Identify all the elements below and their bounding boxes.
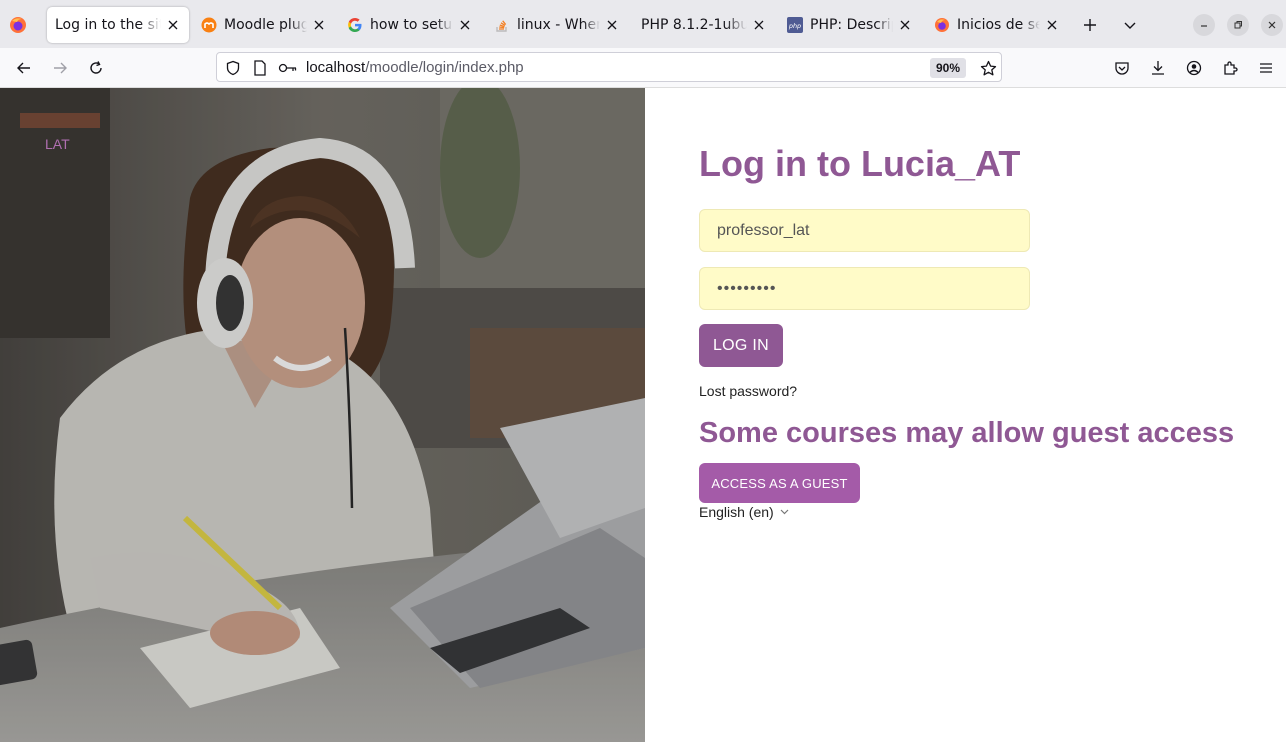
chevron-down-icon <box>780 509 789 515</box>
plus-icon <box>1084 19 1096 31</box>
address-bar[interactable]: localhost/moodle/login/index.php 90% <box>216 52 1002 82</box>
tab-moodle-plugins[interactable]: Moodle plugins directory <box>193 7 335 43</box>
tab-title: PHP 8.1.2-1ubuntu2 <box>641 17 747 33</box>
arrow-right-icon <box>54 62 67 74</box>
tab-strip: Log in to the site | Lucia_AT Moodle plu… <box>0 0 1286 48</box>
new-tab-button[interactable] <box>1078 13 1102 37</box>
tab-php-description[interactable]: php PHP: Description <box>779 7 921 43</box>
arrow-left-icon <box>17 62 30 74</box>
puzzle-icon <box>1224 61 1238 75</box>
guest-access-heading: Some courses may allow guest access <box>699 417 1235 449</box>
tab-title: PHP: Description <box>810 17 893 33</box>
close-tab-icon[interactable] <box>457 17 473 33</box>
close-tab-icon[interactable] <box>311 17 327 33</box>
chevron-down-icon <box>1124 22 1136 29</box>
tab-stackoverflow[interactable]: linux - Where is php.ini <box>486 7 628 43</box>
tab-login[interactable]: Log in to the site | Lucia_AT <box>47 7 189 43</box>
firefox-menu-icon[interactable] <box>8 15 28 35</box>
close-tab-icon[interactable] <box>1044 17 1060 33</box>
language-selector[interactable]: English (en) <box>699 504 789 520</box>
account-icon <box>1186 60 1202 76</box>
username-input[interactable] <box>699 209 1030 252</box>
app-menu-button[interactable] <box>1253 55 1279 81</box>
hamburger-icon <box>1260 63 1272 73</box>
firefox-icon <box>934 17 950 33</box>
tab-google-search[interactable]: how to setup moodle <box>339 7 481 43</box>
password-input[interactable] <box>699 267 1030 310</box>
site-logo-text[interactable]: LAT <box>45 136 70 152</box>
stackoverflow-icon <box>494 17 510 33</box>
reload-button[interactable] <box>83 55 109 81</box>
restore-button[interactable] <box>1227 14 1249 36</box>
close-window-button[interactable] <box>1261 14 1283 36</box>
account-button[interactable] <box>1181 55 1207 81</box>
close-tab-icon[interactable] <box>897 17 913 33</box>
forward-button[interactable] <box>47 55 73 81</box>
zoom-indicator[interactable]: 90% <box>930 58 966 78</box>
bookmark-star-icon[interactable] <box>979 59 997 77</box>
moodle-icon <box>201 17 217 33</box>
url-text[interactable]: localhost/moodle/login/index.php <box>306 59 524 76</box>
reload-icon <box>90 61 102 74</box>
page-icon[interactable] <box>251 59 269 77</box>
restore-icon <box>1234 21 1242 29</box>
tab-title: how to setup moodle <box>370 17 453 33</box>
downloads-button[interactable] <box>1145 55 1171 81</box>
language-label: English (en) <box>699 504 774 520</box>
minimize-button[interactable] <box>1193 14 1215 36</box>
shield-icon[interactable] <box>224 59 242 77</box>
url-host: localhost <box>306 59 366 76</box>
close-tab-icon[interactable] <box>604 17 620 33</box>
google-icon <box>347 17 363 33</box>
close-tab-icon[interactable] <box>165 17 181 33</box>
pocket-icon <box>1115 62 1129 75</box>
key-icon[interactable] <box>278 59 298 77</box>
hero-image <box>0 88 645 742</box>
back-button[interactable] <box>11 55 37 81</box>
minimize-icon <box>1201 25 1207 27</box>
tab-title: Moodle plugins directory <box>224 17 307 33</box>
woman-with-laptop-illustration <box>0 88 645 742</box>
list-all-tabs-button[interactable] <box>1118 13 1142 37</box>
extensions-button[interactable] <box>1217 55 1243 81</box>
close-tab-icon[interactable] <box>751 17 767 33</box>
svg-text:php: php <box>788 22 801 30</box>
guest-access-button[interactable]: ACCESS AS A GUEST <box>699 463 860 503</box>
navigation-toolbar: localhost/moodle/login/index.php 90% <box>0 48 1286 88</box>
close-icon <box>1268 21 1276 29</box>
page-title: Log in to Lucia_AT <box>699 143 1021 184</box>
tab-title: Log in to the site | Lucia_AT <box>55 17 161 33</box>
download-icon <box>1152 61 1164 75</box>
tab-php-ubuntu[interactable]: PHP 8.1.2-1ubuntu2 <box>633 7 775 43</box>
php-icon: php <box>787 17 803 33</box>
lost-password-link[interactable]: Lost password? <box>699 383 797 399</box>
url-path: /moodle/login/index.php <box>365 59 524 76</box>
tab-title: linux - Where is php.ini <box>517 17 600 33</box>
tab-inicios-sesion[interactable]: Inicios de sesión <box>926 7 1068 43</box>
login-button[interactable]: LOG IN <box>699 324 783 367</box>
pocket-button[interactable] <box>1109 55 1135 81</box>
tab-title: Inicios de sesión <box>957 17 1040 33</box>
